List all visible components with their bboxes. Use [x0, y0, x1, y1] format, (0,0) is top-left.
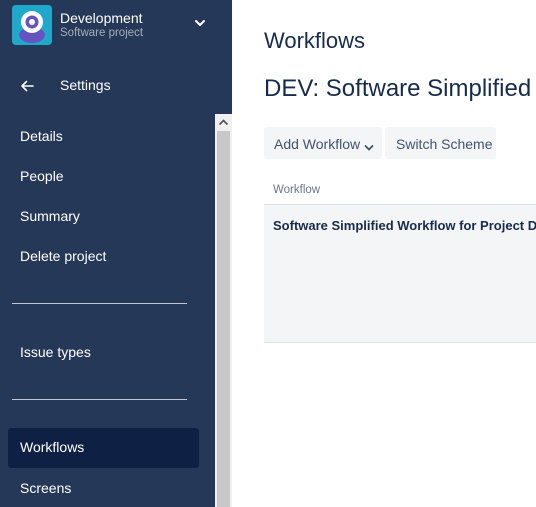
table-row: Software Simplified Workflow for Project… — [264, 204, 536, 343]
nav-divider — [12, 303, 187, 304]
main-content: Workflows DEV: Software Simplified Workf… — [232, 0, 536, 507]
scroll-up-arrow-icon[interactable] — [215, 114, 232, 131]
project-type: Software project — [60, 27, 144, 39]
sidebar-item-summary[interactable]: Summary — [8, 197, 199, 237]
chevron-down-icon[interactable] — [193, 16, 207, 30]
column-header-workflow: Workflow — [273, 184, 321, 196]
switch-scheme-button[interactable]: Switch Scheme — [385, 127, 496, 159]
sidebar-item-issue-types[interactable]: Issue types — [8, 333, 199, 373]
workflow-scheme-title: DEV: Software Simplified Workflow Scheme — [264, 75, 536, 102]
chevron-down-icon — [364, 139, 374, 151]
project-name: Development — [60, 10, 143, 26]
sidebar-item-details[interactable]: Details — [8, 117, 199, 157]
settings-nav: Details People Summary Delete project Is… — [0, 114, 232, 507]
arrow-left-icon — [21, 79, 35, 92]
back-to-settings[interactable]: Settings — [0, 66, 232, 104]
page-title: Workflows — [264, 28, 366, 53]
project-avatar — [12, 5, 52, 45]
workflow-name[interactable]: Software Simplified Workflow for Project… — [273, 218, 536, 233]
scrollbar-thumb[interactable] — [217, 131, 230, 507]
add-workflow-button[interactable]: Add Workflow — [264, 127, 382, 159]
nav-divider — [12, 399, 187, 400]
settings-label: Settings — [60, 77, 111, 93]
sidebar: Development Software project Settings De… — [0, 0, 232, 507]
sidebar-item-screens[interactable]: Screens — [8, 469, 199, 507]
project-header[interactable]: Development Software project — [0, 0, 232, 50]
sidebar-item-workflows[interactable]: Workflows — [8, 428, 199, 468]
sidebar-item-delete-project[interactable]: Delete project — [8, 237, 199, 277]
sidebar-item-people[interactable]: People — [8, 157, 199, 197]
